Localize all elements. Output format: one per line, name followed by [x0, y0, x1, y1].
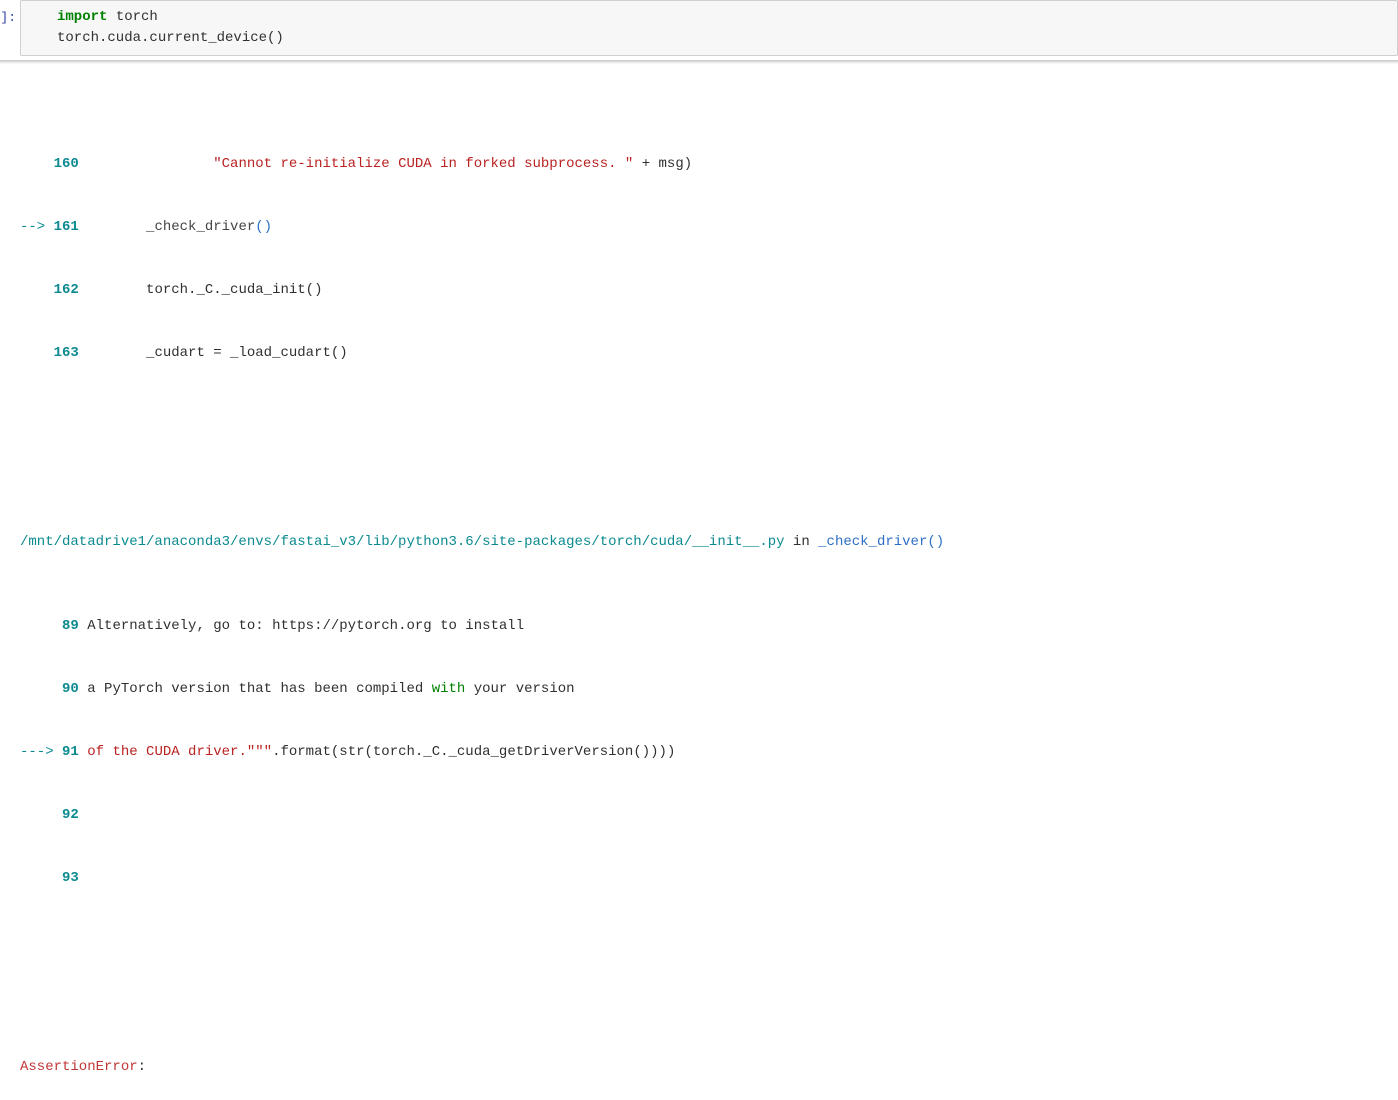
code-text: import torch	[57, 7, 158, 28]
code-line: torch.cuda.current_device()	[21, 28, 1397, 49]
code-line: import torch	[21, 7, 1397, 28]
output-area: 160 "Cannot re-initialize CUDA in forked…	[0, 64, 1398, 1100]
blank-line	[20, 952, 1398, 973]
traceback-line: 90 a PyTorch version that has been compi…	[20, 679, 1398, 700]
traceback-line: 160 "Cannot re-initialize CUDA in forked…	[20, 154, 1398, 175]
code-input-area[interactable]: import torch torch.cuda.current_device()	[20, 0, 1398, 56]
code-text: torch.cuda.current_device()	[57, 28, 284, 49]
traceback-line: 162 torch._C._cuda_init()	[20, 280, 1398, 301]
traceback-line-current: ---> 91 of the CUDA driver.""".format(st…	[20, 742, 1398, 763]
blank-line	[20, 427, 1398, 448]
input-prompt: ]:	[0, 0, 20, 28]
keyword-import: import	[57, 9, 107, 25]
error-name-line: AssertionError:	[20, 1057, 1398, 1078]
code-cell: ]: import torch torch.cuda.current_devic…	[0, 0, 1398, 56]
traceback-line: 89 Alternatively, go to: https://pytorch…	[20, 616, 1398, 637]
traceback-line: 163 _cudart = _load_cudart()	[20, 343, 1398, 364]
traceback-line: 92	[20, 805, 1398, 826]
traceback-line-current: --> 161 _check_driver()	[20, 217, 1398, 238]
traceback-line: 93	[20, 868, 1398, 889]
